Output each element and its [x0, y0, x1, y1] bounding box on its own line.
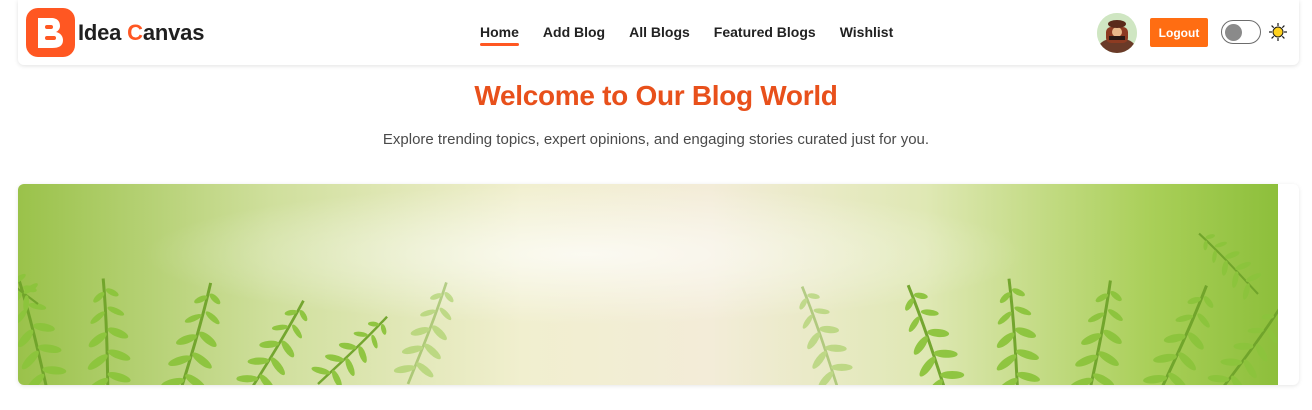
navbar: Idea Canvas Home Add Blog All Blogs Feat…	[18, 0, 1299, 65]
fern-banner-image	[18, 184, 1278, 385]
hero-subtitle: Explore trending topics, expert opinions…	[382, 131, 930, 148]
brand-name: Idea Canvas	[78, 20, 204, 46]
nav-link-all-blogs[interactable]: All Blogs	[629, 24, 690, 46]
logout-button[interactable]: Logout	[1150, 18, 1208, 47]
brand[interactable]: Idea Canvas	[26, 8, 204, 57]
hero-banner	[18, 184, 1299, 385]
user-avatar[interactable]	[1097, 13, 1137, 53]
brand-name-suffix: anvas	[142, 19, 205, 45]
sun-icon	[1268, 22, 1288, 42]
blogger-logo-icon	[26, 8, 75, 57]
main-nav: Home Add Blog All Blogs Featured Blogs W…	[480, 24, 917, 46]
nav-link-wishlist[interactable]: Wishlist	[840, 24, 894, 46]
brand-name-prefix: Idea	[78, 19, 128, 45]
toggle-knob	[1225, 23, 1242, 41]
theme-toggle[interactable]	[1221, 20, 1261, 44]
hero-title: Welcome to Our Blog World	[474, 80, 838, 111]
nav-link-add-blog[interactable]: Add Blog	[543, 24, 605, 46]
nav-link-featured-blogs[interactable]: Featured Blogs	[714, 24, 816, 46]
nav-link-home[interactable]: Home	[480, 24, 519, 46]
brand-name-accent: C	[127, 19, 143, 45]
